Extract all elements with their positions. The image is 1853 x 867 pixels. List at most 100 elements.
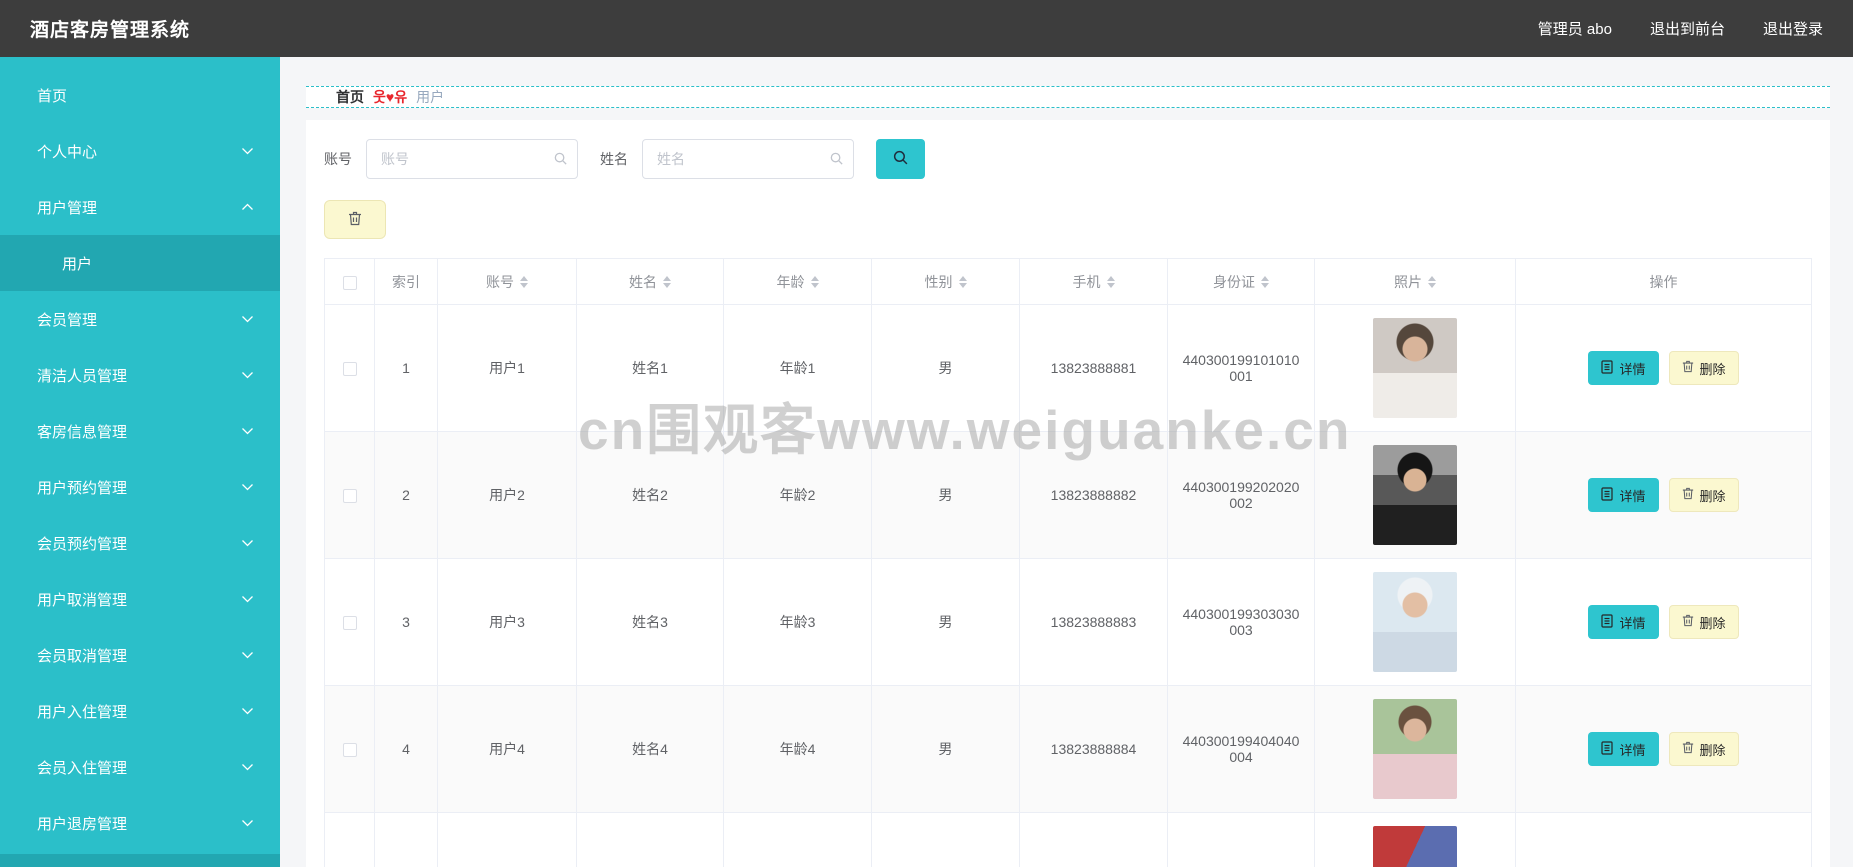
- user-photo: [1373, 699, 1457, 799]
- cell-gender: 男: [871, 558, 1020, 686]
- col-header-phone: 手机: [1019, 258, 1168, 305]
- col-header-actions: 操作: [1515, 258, 1812, 305]
- table-header-row: 索引 账号 姓名 年龄 性别 手机 身份证 照片 操作: [324, 258, 1812, 305]
- table-row: 3 用户3 姓名3 年龄3 男 13823888883 440300199303…: [324, 558, 1812, 686]
- sort-icon[interactable]: [663, 275, 671, 288]
- delete-button[interactable]: 删除: [1668, 478, 1739, 512]
- sidebar-item-user-checkout[interactable]: 用户退房管理: [0, 795, 280, 851]
- sidebar-item-home[interactable]: 首页: [0, 67, 280, 123]
- sort-icon[interactable]: [1106, 275, 1115, 288]
- sort-icon[interactable]: [958, 275, 967, 288]
- trash-icon: [1682, 487, 1694, 503]
- chevron-down-icon: [241, 315, 254, 323]
- detail-button[interactable]: 详情: [1588, 732, 1659, 766]
- sidebar-item-member-checkin[interactable]: 会员入住管理: [0, 739, 280, 795]
- cell-name: 姓名4: [576, 685, 724, 813]
- sidebar-item-label: 会员取消管理: [37, 647, 128, 665]
- cell-gender: 男: [871, 431, 1020, 559]
- cell-idcard: 440300199303030003: [1167, 558, 1315, 686]
- delete-button[interactable]: 删除: [1668, 605, 1739, 639]
- chevron-down-icon: [241, 539, 254, 547]
- main-card: 账号 姓名: [306, 120, 1830, 867]
- trash-icon: [348, 211, 362, 229]
- sidebar-item-user-checkin[interactable]: 用户入住管理: [0, 683, 280, 739]
- bulk-delete-button[interactable]: [324, 200, 386, 239]
- sidebar-item-label: 个人中心: [37, 143, 98, 161]
- sidebar-item-label: 清洁人员管理: [37, 367, 128, 385]
- sidebar-item-member-management[interactable]: 会员管理: [0, 291, 280, 347]
- user-photo: [1373, 318, 1457, 418]
- row-checkbox[interactable]: [342, 743, 357, 758]
- detail-button[interactable]: 详情: [1588, 478, 1659, 512]
- admin-user-link[interactable]: 管理员 abo: [1538, 18, 1612, 39]
- sidebar-item-room-info-management[interactable]: 客房信息管理: [0, 403, 280, 459]
- logout-link[interactable]: 退出登录: [1763, 18, 1823, 39]
- cell-index: 2: [374, 431, 438, 559]
- document-icon: [1601, 486, 1614, 504]
- cell-account: [437, 812, 577, 867]
- cell-phone: 13823888881: [1019, 304, 1168, 432]
- name-input[interactable]: [642, 139, 854, 179]
- sidebar-item-label: 首页: [37, 87, 68, 105]
- col-header-index: 索引: [374, 258, 438, 305]
- sidebar-item-user-cancellation[interactable]: 用户取消管理: [0, 571, 280, 627]
- account-input[interactable]: [366, 139, 578, 179]
- sidebar-item-user-management[interactable]: 用户管理: [0, 179, 280, 235]
- cell-idcard: 440300199404040004: [1167, 685, 1315, 813]
- name-field-label: 姓名: [600, 151, 628, 167]
- cell-name: 姓名3: [576, 558, 724, 686]
- cell-name: 姓名2: [576, 431, 724, 559]
- cell-idcard: [1167, 812, 1315, 867]
- document-icon: [1601, 740, 1614, 758]
- cell-phone: 13823888882: [1019, 431, 1168, 559]
- cell-gender: [871, 812, 1020, 867]
- table-row: 1 用户1 姓名1 年龄1 男 13823888881 440300199101…: [324, 304, 1812, 432]
- user-photo: [1373, 826, 1457, 867]
- cell-index: 1: [374, 304, 438, 432]
- chevron-down-icon: [241, 147, 254, 155]
- chevron-down-icon: [241, 819, 254, 827]
- sidebar-item-label: 用户退房管理: [37, 815, 128, 833]
- account-input-wrap: [366, 139, 578, 179]
- detail-button[interactable]: 详情: [1588, 605, 1659, 639]
- breadcrumb-home-link[interactable]: 首页: [336, 87, 364, 107]
- delete-button[interactable]: 删除: [1668, 351, 1739, 385]
- exit-to-front-link[interactable]: 退出到前台: [1650, 18, 1725, 39]
- app-title: 酒店客房管理系统: [30, 20, 191, 41]
- chevron-down-icon: [241, 707, 254, 715]
- sort-icon[interactable]: [1428, 275, 1436, 288]
- sidebar-subitem-user[interactable]: 用户: [0, 235, 280, 291]
- table-row: 2 用户2 姓名2 年龄2 男 13823888882 440300199202…: [324, 431, 1812, 559]
- detail-button[interactable]: 详情: [1588, 351, 1659, 385]
- row-checkbox[interactable]: [342, 362, 357, 377]
- sort-icon[interactable]: [1261, 275, 1269, 288]
- col-header-name: 姓名: [576, 258, 724, 305]
- chevron-up-icon: [241, 203, 254, 211]
- cell-idcard: 440300199101010001: [1167, 304, 1315, 432]
- sidebar-item-member-reservation[interactable]: 会员预约管理: [0, 515, 280, 571]
- account-field-label: 账号: [324, 151, 352, 167]
- sidebar-item-member-cancellation[interactable]: 会员取消管理: [0, 627, 280, 683]
- cell-name: [576, 812, 724, 867]
- sort-icon[interactable]: [520, 275, 528, 288]
- document-icon: [1601, 359, 1614, 377]
- row-checkbox[interactable]: [342, 489, 357, 504]
- cell-account: 用户1: [437, 304, 577, 432]
- sidebar-item-user-reservation[interactable]: 用户预约管理: [0, 459, 280, 515]
- search-button[interactable]: [876, 139, 925, 179]
- cell-age: [723, 812, 872, 867]
- chevron-down-icon: [241, 595, 254, 603]
- sidebar-item-personal-center[interactable]: 个人中心: [0, 123, 280, 179]
- cell-gender: 男: [871, 304, 1020, 432]
- col-header-age: 年龄: [723, 258, 872, 305]
- sidebar-item-cleaner-management[interactable]: 清洁人员管理: [0, 347, 280, 403]
- delete-button[interactable]: 删除: [1668, 732, 1739, 766]
- chevron-down-icon: [241, 483, 254, 491]
- app-window: 酒店客房管理系统 管理员 abo 退出到前台 退出登录 首页 个人中心 用户管理: [0, 0, 1853, 867]
- select-all-checkbox[interactable]: [342, 275, 357, 290]
- sort-icon[interactable]: [810, 275, 819, 288]
- cell-gender: 男: [871, 685, 1020, 813]
- chevron-down-icon: [241, 371, 254, 379]
- col-header-account: 账号: [437, 258, 577, 305]
- row-checkbox[interactable]: [342, 616, 357, 631]
